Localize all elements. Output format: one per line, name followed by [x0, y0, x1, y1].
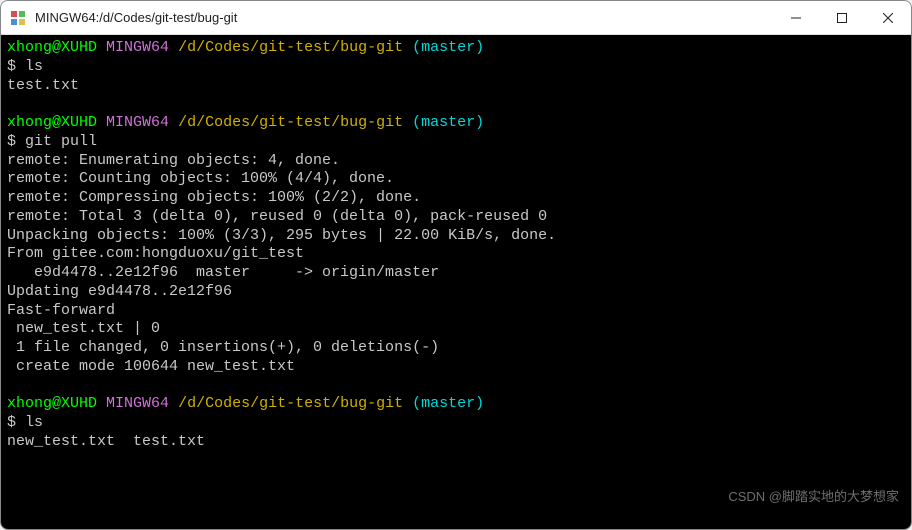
output-line: new_test.txt test.txt — [7, 433, 905, 452]
maximize-button[interactable] — [819, 1, 865, 34]
prompt-line: xhong@XUHD MINGW64 /d/Codes/git-test/bug… — [7, 395, 905, 414]
watermark: CSDN @脚踏实地的大梦想家 — [728, 489, 899, 505]
output-line: remote: Counting objects: 100% (4/4), do… — [7, 170, 905, 189]
output-line: test.txt — [7, 77, 905, 96]
prompt-user: xhong@XUHD — [7, 395, 97, 412]
prompt-path: /d/Codes/git-test/bug-git — [178, 114, 403, 131]
app-icon — [9, 9, 27, 27]
prompt-user: xhong@XUHD — [7, 114, 97, 131]
app-window: MINGW64:/d/Codes/git-test/bug-git xhong@… — [0, 0, 912, 530]
output-line: new_test.txt | 0 — [7, 320, 905, 339]
prompt-branch: (master) — [412, 114, 484, 131]
window-controls — [773, 1, 911, 34]
prompt-symbol: $ — [7, 133, 25, 150]
close-button[interactable] — [865, 1, 911, 34]
output-line: remote: Compressing objects: 100% (2/2),… — [7, 189, 905, 208]
prompt-line: xhong@XUHD MINGW64 /d/Codes/git-test/bug… — [7, 114, 905, 133]
command-line: $ ls — [7, 58, 905, 77]
command-line: $ ls — [7, 414, 905, 433]
prompt-line: xhong@XUHD MINGW64 /d/Codes/git-test/bug… — [7, 39, 905, 58]
prompt-branch: (master) — [412, 39, 484, 56]
output-line: Fast-forward — [7, 302, 905, 321]
output-line: From gitee.com:hongduoxu/git_test — [7, 245, 905, 264]
blank-line — [7, 377, 905, 396]
terminal-body[interactable]: xhong@XUHD MINGW64 /d/Codes/git-test/bug… — [1, 35, 911, 529]
window-title: MINGW64:/d/Codes/git-test/bug-git — [35, 10, 773, 25]
prompt-env: MINGW64 — [106, 114, 169, 131]
output-line: remote: Enumerating objects: 4, done. — [7, 152, 905, 171]
command-text: ls — [25, 58, 43, 75]
minimize-button[interactable] — [773, 1, 819, 34]
prompt-path: /d/Codes/git-test/bug-git — [178, 395, 403, 412]
blank-line — [7, 95, 905, 114]
output-line: create mode 100644 new_test.txt — [7, 358, 905, 377]
output-line: 1 file changed, 0 insertions(+), 0 delet… — [7, 339, 905, 358]
output-line: e9d4478..2e12f96 master -> origin/master — [7, 264, 905, 283]
output-line: Unpacking objects: 100% (3/3), 295 bytes… — [7, 227, 905, 246]
prompt-branch: (master) — [412, 395, 484, 412]
prompt-user: xhong@XUHD — [7, 39, 97, 56]
prompt-path: /d/Codes/git-test/bug-git — [178, 39, 403, 56]
output-line: remote: Total 3 (delta 0), reused 0 (del… — [7, 208, 905, 227]
titlebar[interactable]: MINGW64:/d/Codes/git-test/bug-git — [1, 1, 911, 35]
prompt-env: MINGW64 — [106, 39, 169, 56]
prompt-symbol: $ — [7, 58, 25, 75]
command-text: ls — [25, 414, 43, 431]
command-text: git pull — [25, 133, 97, 150]
prompt-env: MINGW64 — [106, 395, 169, 412]
command-line: $ git pull — [7, 133, 905, 152]
output-line: Updating e9d4478..2e12f96 — [7, 283, 905, 302]
prompt-symbol: $ — [7, 414, 25, 431]
